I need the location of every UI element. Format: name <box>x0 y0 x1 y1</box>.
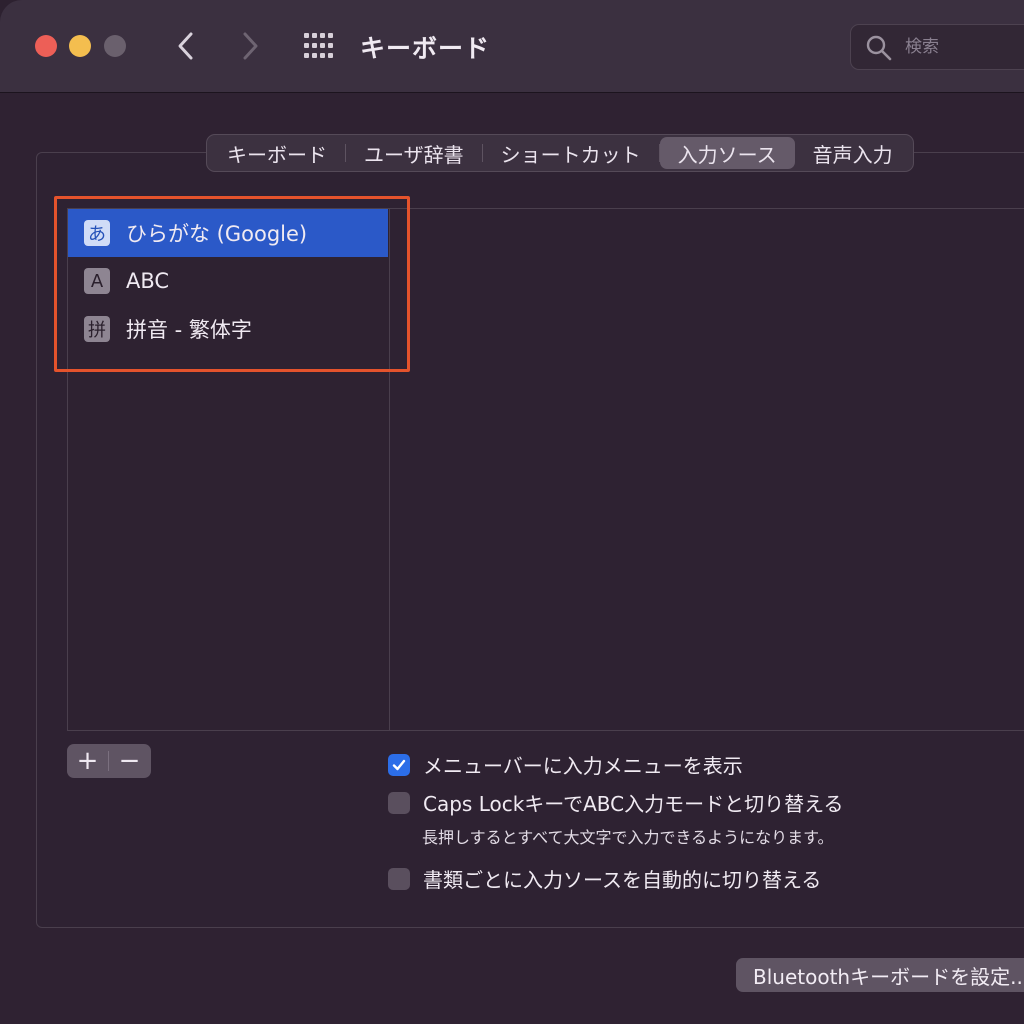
input-source-badge: あ <box>84 220 110 246</box>
option-label: メニューバーに入力メニューを表示 <box>423 754 743 778</box>
add-input-source-button[interactable]: + <box>67 744 108 778</box>
tab-shortcuts[interactable]: ショートカット <box>483 137 659 169</box>
caps-lock-note: 長押しするとすべて大文字で入力できるようになります。 <box>422 828 834 847</box>
list-item-label: ABC <box>126 269 170 293</box>
list-item-abc[interactable]: A ABC <box>68 257 388 305</box>
remove-input-source-button[interactable]: − <box>109 744 150 778</box>
list-item-hiragana-google[interactable]: あ ひらがな (Google) <box>68 209 388 257</box>
forward-chevron-icon <box>243 32 258 60</box>
auto-switch-source-checkbox[interactable] <box>388 867 410 890</box>
search-icon <box>866 35 892 61</box>
list-item-label: ひらがな (Google) <box>126 222 308 246</box>
checkmark-icon <box>392 759 406 770</box>
minimize-button[interactable] <box>69 35 91 57</box>
tab-bar: キーボード ユーザ辞書 ショートカット 入力ソース 音声入力 <box>206 134 914 172</box>
window-title: キーボード <box>360 34 491 63</box>
input-source-detail-pane <box>389 208 1024 731</box>
search-field[interactable] <box>850 24 1024 70</box>
auto-switch-source-option[interactable]: 書類ごとに入力ソースを自動的に切り替える <box>388 864 821 893</box>
show-input-menu-option[interactable]: メニューバーに入力メニューを表示 <box>388 750 743 779</box>
setup-bluetooth-keyboard-button[interactable]: Bluetoothキーボードを設定... <box>736 958 1024 992</box>
tab-dictation[interactable]: 音声入力 <box>795 137 911 169</box>
tab-keyboard[interactable]: キーボード <box>209 137 345 169</box>
show-input-menu-checkbox[interactable] <box>388 753 410 776</box>
back-button[interactable] <box>170 28 202 64</box>
caps-lock-abc-option[interactable]: Caps LockキーでABC入力モードと切り替える <box>388 788 844 817</box>
search-input[interactable] <box>903 33 1024 61</box>
option-label: 書類ごとに入力ソースを自動的に切り替える <box>423 868 822 892</box>
input-source-badge: A <box>84 268 110 294</box>
caps-lock-abc-checkbox[interactable] <box>388 791 410 814</box>
zoom-button[interactable] <box>104 35 126 57</box>
add-remove-control: + − <box>67 744 151 778</box>
list-item-pinyin-traditional[interactable]: 拼 拼音 - 繁体字 <box>68 305 388 353</box>
option-label: Caps LockキーでABC入力モードと切り替える <box>423 792 844 816</box>
close-button[interactable] <box>35 35 57 57</box>
forward-button[interactable] <box>234 28 266 64</box>
show-all-button[interactable] <box>302 31 336 61</box>
titlebar: キーボード <box>0 0 1024 93</box>
back-chevron-icon <box>178 32 193 60</box>
system-preferences-window: キーボード キーボード ユーザ辞書 ショートカット 入力ソース 音声入力 あ ひ… <box>0 0 1024 1024</box>
list-item-label: 拼音 - 繁体字 <box>126 318 252 342</box>
input-source-badge: 拼 <box>84 316 110 342</box>
tab-user-dictionary[interactable]: ユーザ辞書 <box>346 137 482 169</box>
tab-input-sources[interactable]: 入力ソース <box>659 137 795 169</box>
